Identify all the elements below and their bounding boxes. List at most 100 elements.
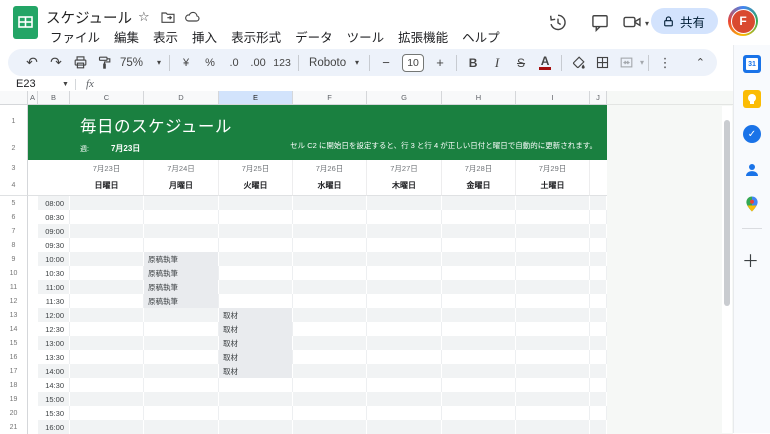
schedule-cell[interactable] bbox=[70, 420, 144, 434]
row-number[interactable]: 13 bbox=[0, 308, 28, 322]
column-header-E[interactable]: E bbox=[219, 91, 293, 105]
move-folder-icon[interactable] bbox=[160, 9, 176, 25]
schedule-cell[interactable] bbox=[442, 350, 516, 364]
zoom-control[interactable]: 75% ▾ bbox=[116, 57, 165, 69]
date-cell[interactable]: 7月29日 bbox=[516, 160, 590, 176]
cell[interactable] bbox=[28, 176, 38, 196]
row-number[interactable]: 6 bbox=[0, 210, 28, 224]
share-button[interactable]: 共有 bbox=[651, 8, 719, 34]
schedule-cell[interactable] bbox=[70, 350, 144, 364]
column-header-B[interactable]: B bbox=[38, 91, 70, 105]
time-cell[interactable]: 09:30 bbox=[38, 238, 70, 252]
date-cell[interactable]: 7月23日 bbox=[70, 160, 144, 176]
row-number[interactable]: 7 bbox=[0, 224, 28, 238]
weekday-cell[interactable]: 木曜日 bbox=[367, 176, 442, 196]
currency-format-button[interactable]: ¥ bbox=[175, 52, 197, 74]
schedule-cell[interactable] bbox=[219, 196, 293, 210]
weekday-cell[interactable]: 月曜日 bbox=[144, 176, 219, 196]
contacts-icon[interactable] bbox=[743, 161, 761, 179]
schedule-cell[interactable] bbox=[293, 252, 367, 266]
event-cell[interactable]: 原稿執筆 bbox=[144, 252, 219, 266]
schedule-cell[interactable] bbox=[516, 266, 590, 280]
menu-item[interactable]: データ bbox=[288, 26, 340, 47]
schedule-cell[interactable] bbox=[219, 210, 293, 224]
schedule-cell[interactable] bbox=[293, 196, 367, 210]
column-header-H[interactable]: H bbox=[442, 91, 516, 105]
schedule-cell[interactable] bbox=[590, 252, 607, 266]
row-number[interactable]: 12 bbox=[0, 294, 28, 308]
schedule-cell[interactable] bbox=[293, 322, 367, 336]
cell[interactable] bbox=[28, 160, 38, 176]
text-color-button[interactable]: A bbox=[534, 52, 556, 74]
cell[interactable] bbox=[28, 378, 38, 392]
font-size-input[interactable]: 10 bbox=[402, 53, 425, 72]
schedule-cell[interactable] bbox=[293, 224, 367, 238]
schedule-cell[interactable] bbox=[442, 364, 516, 378]
menu-item[interactable]: 編集 bbox=[107, 26, 146, 47]
row-number[interactable]: 11 bbox=[0, 280, 28, 294]
cell[interactable] bbox=[28, 280, 38, 294]
schedule-cell[interactable] bbox=[219, 420, 293, 434]
row-number[interactable]: 21 bbox=[0, 420, 28, 434]
schedule-cell[interactable] bbox=[442, 224, 516, 238]
schedule-cell[interactable] bbox=[293, 336, 367, 350]
schedule-cell[interactable] bbox=[293, 280, 367, 294]
increase-decimal-button[interactable]: .00 bbox=[247, 52, 269, 74]
schedule-cell[interactable] bbox=[367, 196, 442, 210]
cell[interactable] bbox=[28, 336, 38, 350]
schedule-cell[interactable] bbox=[516, 336, 590, 350]
time-cell[interactable]: 14:30 bbox=[38, 378, 70, 392]
event-cell[interactable]: 原稿執筆 bbox=[144, 266, 219, 280]
time-cell[interactable]: 15:30 bbox=[38, 406, 70, 420]
schedule-cell[interactable] bbox=[219, 238, 293, 252]
row-number[interactable]: 19 bbox=[0, 392, 28, 406]
schedule-cell[interactable] bbox=[516, 420, 590, 434]
weekday-cell[interactable]: 土曜日 bbox=[516, 176, 590, 196]
schedule-cell[interactable] bbox=[442, 392, 516, 406]
schedule-cell[interactable] bbox=[70, 322, 144, 336]
schedule-cell[interactable] bbox=[70, 406, 144, 420]
schedule-cell[interactable] bbox=[219, 252, 293, 266]
schedule-cell[interactable] bbox=[442, 238, 516, 252]
schedule-cell[interactable] bbox=[293, 210, 367, 224]
schedule-cell[interactable] bbox=[144, 322, 219, 336]
schedule-cell[interactable] bbox=[590, 196, 607, 210]
more-options-button[interactable]: ⋮ bbox=[654, 52, 676, 74]
keep-icon[interactable] bbox=[743, 90, 761, 108]
schedule-cell[interactable] bbox=[144, 336, 219, 350]
time-cell[interactable]: 11:00 bbox=[38, 280, 70, 294]
schedule-cell[interactable] bbox=[293, 364, 367, 378]
time-cell[interactable]: 09:00 bbox=[38, 224, 70, 238]
row-number[interactable]: 5 bbox=[0, 196, 28, 210]
cell[interactable] bbox=[28, 238, 38, 252]
schedule-cell[interactable] bbox=[590, 210, 607, 224]
row-number[interactable]: 14 bbox=[0, 322, 28, 336]
weekday-cell[interactable]: 火曜日 bbox=[219, 176, 293, 196]
row-number[interactable]: 15 bbox=[0, 336, 28, 350]
tasks-icon[interactable]: ✓ bbox=[743, 125, 761, 143]
schedule-cell[interactable] bbox=[144, 406, 219, 420]
schedule-banner[interactable]: 毎日のスケジュール 週: 7月23日 セル C2 に開始日を設定すると、行 3 と行 … bbox=[28, 105, 607, 160]
column-header-D[interactable]: D bbox=[144, 91, 219, 105]
menu-item[interactable]: 挿入 bbox=[185, 26, 224, 47]
schedule-cell[interactable] bbox=[367, 238, 442, 252]
row-number[interactable]: 2 bbox=[0, 137, 28, 160]
schedule-cell[interactable] bbox=[144, 392, 219, 406]
row-number[interactable]: 4 bbox=[0, 176, 28, 196]
schedule-cell[interactable] bbox=[293, 378, 367, 392]
column-header-F[interactable]: F bbox=[293, 91, 367, 105]
schedule-cell[interactable] bbox=[516, 364, 590, 378]
schedule-cell[interactable] bbox=[516, 252, 590, 266]
event-cell[interactable]: 取材 bbox=[219, 336, 293, 350]
cloud-status-icon[interactable] bbox=[184, 9, 200, 25]
column-header-J[interactable]: J bbox=[590, 91, 607, 105]
schedule-cell[interactable] bbox=[367, 406, 442, 420]
weekday-cell[interactable]: 水曜日 bbox=[293, 176, 367, 196]
weekday-cell[interactable]: 金曜日 bbox=[442, 176, 516, 196]
row-number[interactable]: 9 bbox=[0, 252, 28, 266]
schedule-cell[interactable] bbox=[367, 364, 442, 378]
schedule-cell[interactable] bbox=[144, 238, 219, 252]
schedule-cell[interactable] bbox=[516, 294, 590, 308]
schedule-cell[interactable] bbox=[516, 224, 590, 238]
event-cell[interactable]: 原稿執筆 bbox=[144, 280, 219, 294]
